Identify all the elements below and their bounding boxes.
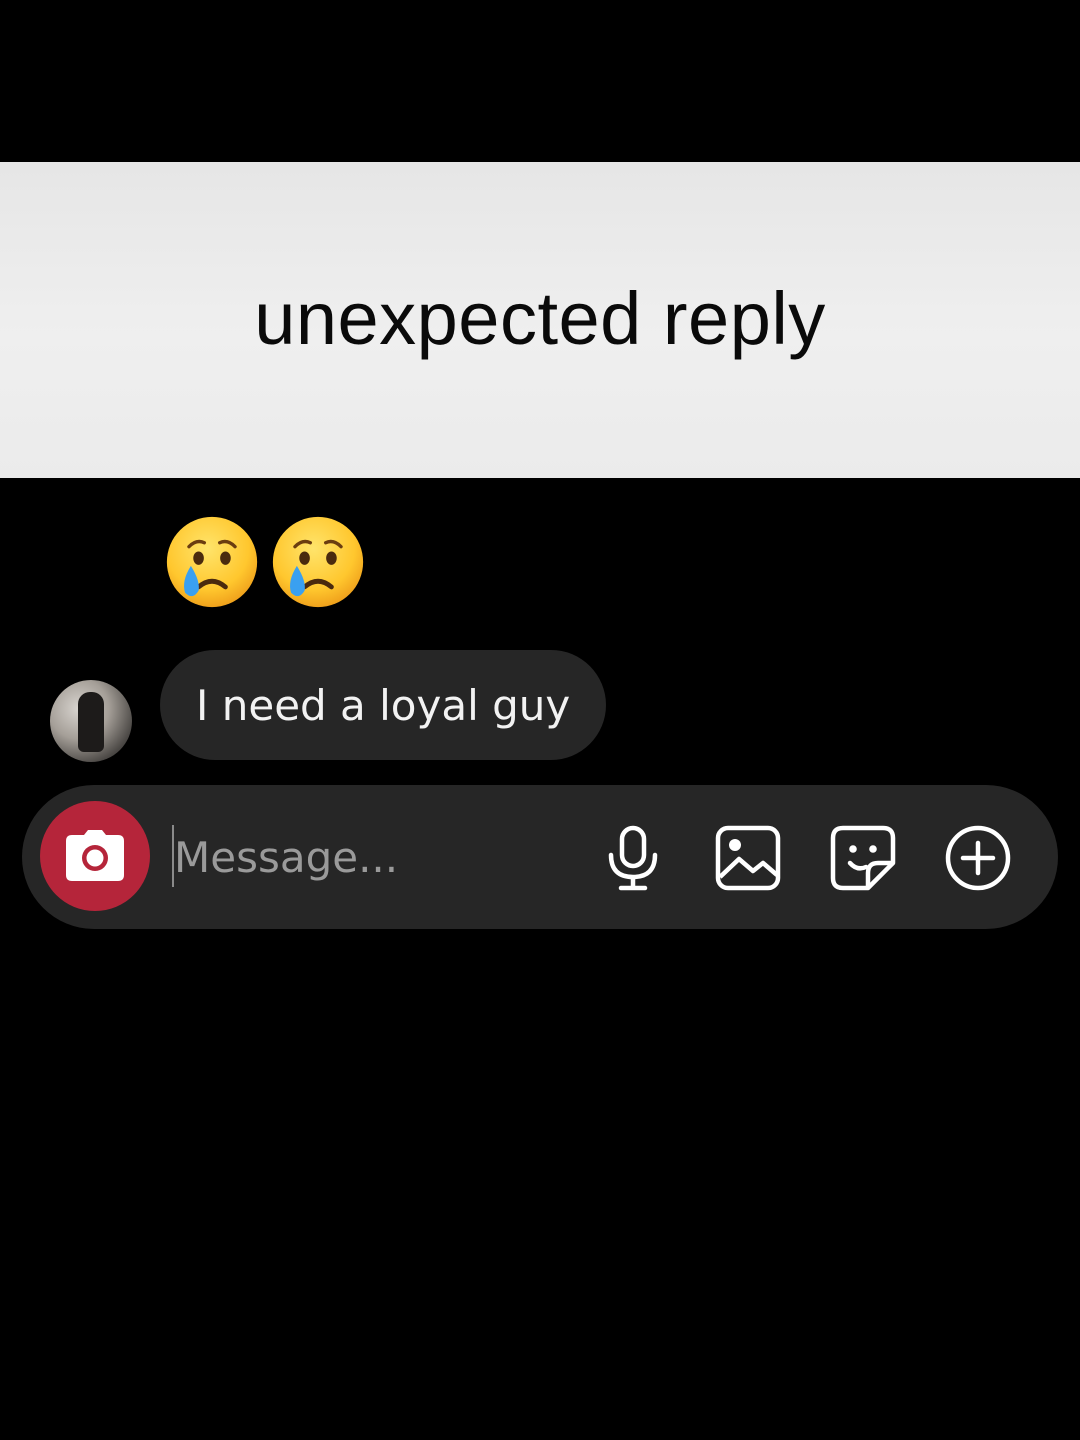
caption-text: unexpected reply [254,276,826,360]
crying-face-emoji-icon [272,516,364,608]
message-text: I need a loyal guy [196,680,571,730]
sticker-icon [830,825,896,891]
voice-message-button[interactable] [600,825,666,891]
message-input[interactable] [174,819,574,895]
plus-circle-icon [945,825,1011,891]
camera-button[interactable] [40,801,150,911]
sender-avatar[interactable] [50,680,132,762]
avatar-photo-figure [78,692,104,752]
gallery-button[interactable] [715,825,781,891]
sticker-button[interactable] [830,825,896,891]
caption-banner: unexpected reply [0,162,1080,478]
more-options-button[interactable] [945,825,1011,891]
message-composer [22,785,1058,929]
gallery-icon [715,825,781,891]
screen: unexpected reply I need a loyal guy Mess… [0,0,1080,1440]
message-bubble[interactable]: I need a loyal guy [160,650,607,760]
crying-face-emoji-icon [166,516,258,608]
camera-icon [66,830,124,881]
microphone-icon [608,825,658,891]
emoji-reaction-row [164,514,366,610]
